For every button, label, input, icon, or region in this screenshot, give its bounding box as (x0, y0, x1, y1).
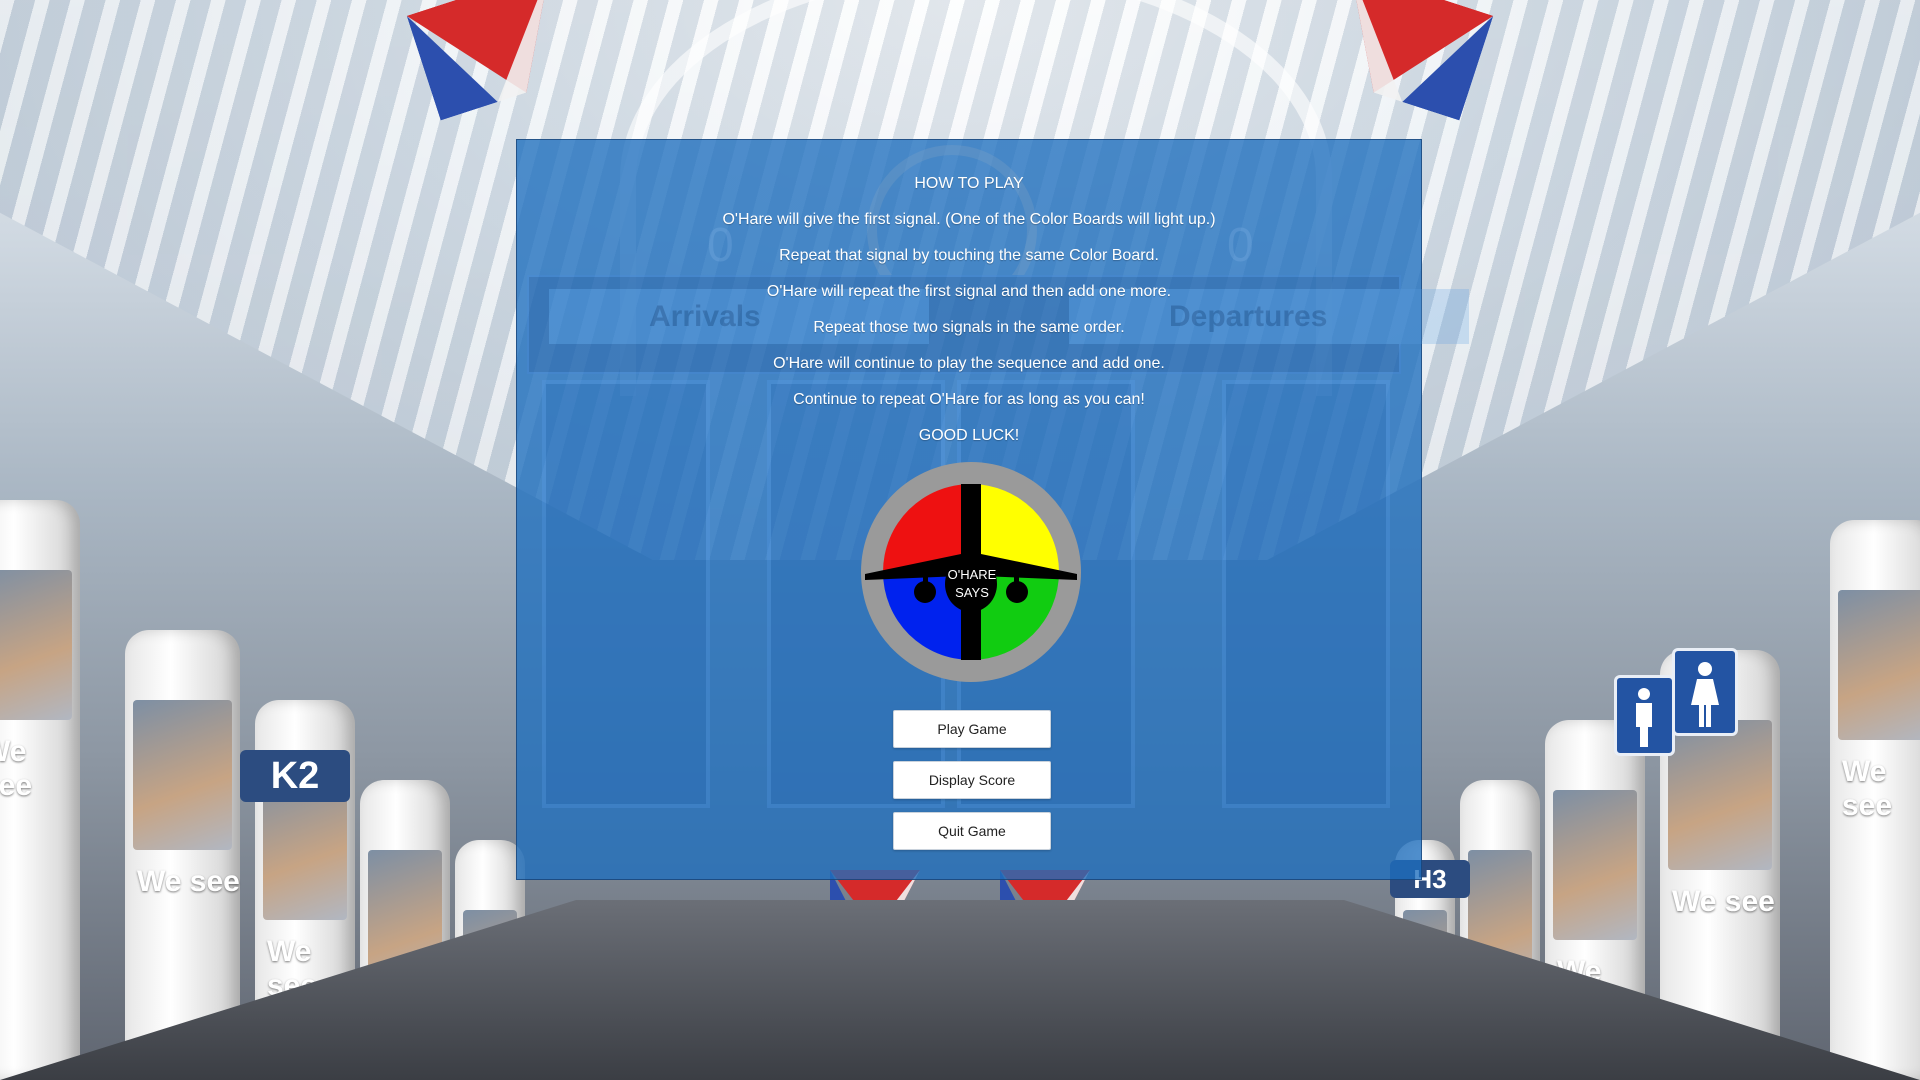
how-to-play-panel: 0 0 Arrivals Departures HOW TO PLAY O'Ha… (516, 139, 1469, 880)
logo-text-says: SAYS (955, 585, 989, 600)
logo-text-ohare: O'HARE (948, 567, 997, 582)
good-luck-text: GOOD LUCK! (918, 427, 1020, 444)
instruction-line: Repeat those two signals in the same ord… (813, 319, 1125, 336)
quit-game-button[interactable]: Quit Game (893, 812, 1051, 850)
ad-pillar: We see (0, 500, 80, 1080)
instruction-line: Repeat that signal by touching the same … (779, 247, 1159, 264)
woman-icon (1691, 662, 1719, 727)
man-icon (1636, 688, 1652, 747)
restroom-men-sign (1614, 675, 1675, 756)
ohare-says-logo: O'HARE SAYS (861, 462, 1081, 682)
restroom-women-sign (1672, 648, 1738, 736)
instruction-line: O'Hare will give the first signal. (One … (722, 211, 1216, 228)
instruction-line: O'Hare will continue to play the sequenc… (773, 355, 1165, 372)
play-game-button[interactable]: Play Game (893, 710, 1051, 748)
instructions-title: HOW TO PLAY (914, 175, 1024, 192)
gate-sign-k2: K2 (240, 750, 350, 802)
ad-pillar: We see (1830, 520, 1920, 1080)
instruction-line: Continue to repeat O'Hare for as long as… (793, 391, 1145, 408)
instruction-line: O'Hare will repeat the first signal and … (766, 283, 1172, 300)
instructions: HOW TO PLAY O'Hare will give the first s… (517, 166, 1421, 454)
display-score-button[interactable]: Display Score (893, 761, 1051, 799)
